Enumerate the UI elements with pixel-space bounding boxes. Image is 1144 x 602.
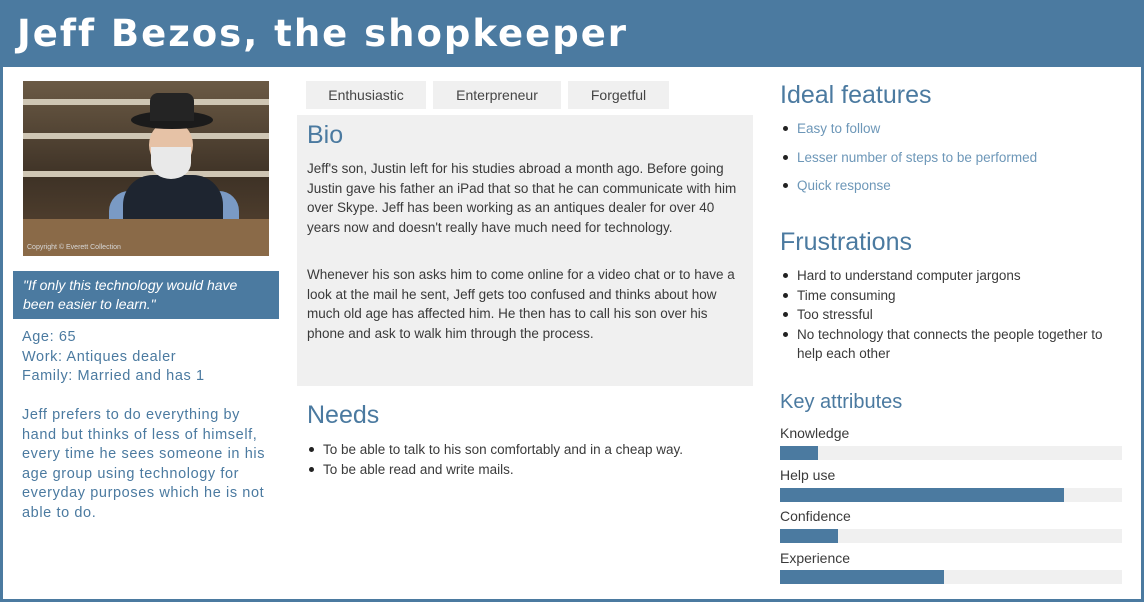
list-item: Too stressful (781, 305, 1121, 325)
persona-description: Jeff prefers to do everything by hand bu… (22, 407, 266, 521)
bio-panel: Bio Jeff's son, Justin left for his stud… (297, 115, 753, 386)
header-bar: Jeff Bezos, the shopkeeper (3, 3, 1141, 67)
attr-bar-experience (780, 570, 1122, 584)
ideal-features-list: Easy to follow Lesser number of steps to… (781, 119, 1121, 205)
list-item: To be able read and write mails. (307, 460, 747, 480)
attr-label-help-use: Help use (780, 467, 836, 483)
family-text: Family: Married and has 1 (22, 368, 205, 384)
key-attributes-title: Key attributes (780, 391, 903, 413)
page-title: Jeff Bezos, the shopkeeper (17, 12, 629, 55)
work-text: Work: Antiques dealer (22, 348, 177, 365)
bio-paragraph-1: Jeff's son, Justin left for his studies … (307, 161, 737, 235)
list-item: Lesser number of steps to be performed (781, 148, 1121, 168)
attr-label-confidence: Confidence (780, 508, 851, 524)
attr-fill-experience (780, 570, 945, 584)
persona-card: Jeff Bezos, the shopkeeper Copyright © E… (0, 0, 1144, 602)
frustrations-list: Hard to understand computer jargons Time… (781, 266, 1121, 364)
attr-fill-confidence (780, 529, 839, 543)
attr-bar-knowledge (780, 446, 1122, 460)
list-item: Quick response (781, 176, 1121, 196)
attr-label-experience: Experience (780, 550, 851, 566)
persona-quote: "If only this technology would have been… (13, 271, 279, 319)
attr-bar-help-use (780, 488, 1122, 502)
list-item: Hard to understand computer jargons (781, 266, 1121, 286)
age-text: Age: 65 (22, 329, 77, 345)
bio-paragraph-2: Whenever his son asks him to come online… (307, 267, 735, 341)
bio-title: Bio (307, 121, 344, 149)
needs-title: Needs (307, 401, 380, 429)
tag-forgetful: Forgetful (568, 81, 669, 109)
tag-enthusiastic: Enthusiastic (306, 81, 426, 109)
frustrations-title: Frustrations (780, 228, 912, 256)
needs-list: To be able to talk to his son comfortabl… (307, 440, 747, 479)
attr-label-knowledge: Knowledge (780, 425, 850, 441)
attr-bar-confidence (780, 529, 1122, 543)
demographics: Age: 65 Work: Antiques dealer Family: Ma… (22, 328, 205, 387)
list-item: To be able to talk to his son comfortabl… (307, 440, 747, 460)
ideal-features-title: Ideal features (780, 81, 932, 109)
attr-fill-knowledge (780, 446, 818, 460)
tag-entrepreneur: Enterpreneur (433, 81, 561, 109)
list-item: No technology that connects the people t… (781, 325, 1121, 364)
photo-credit: Copyright © Everett Collection (27, 244, 121, 251)
persona-photo: Copyright © Everett Collection (23, 81, 269, 256)
list-item: Easy to follow (781, 119, 1121, 139)
list-item: Time consuming (781, 286, 1121, 306)
attr-fill-help-use (780, 488, 1064, 502)
